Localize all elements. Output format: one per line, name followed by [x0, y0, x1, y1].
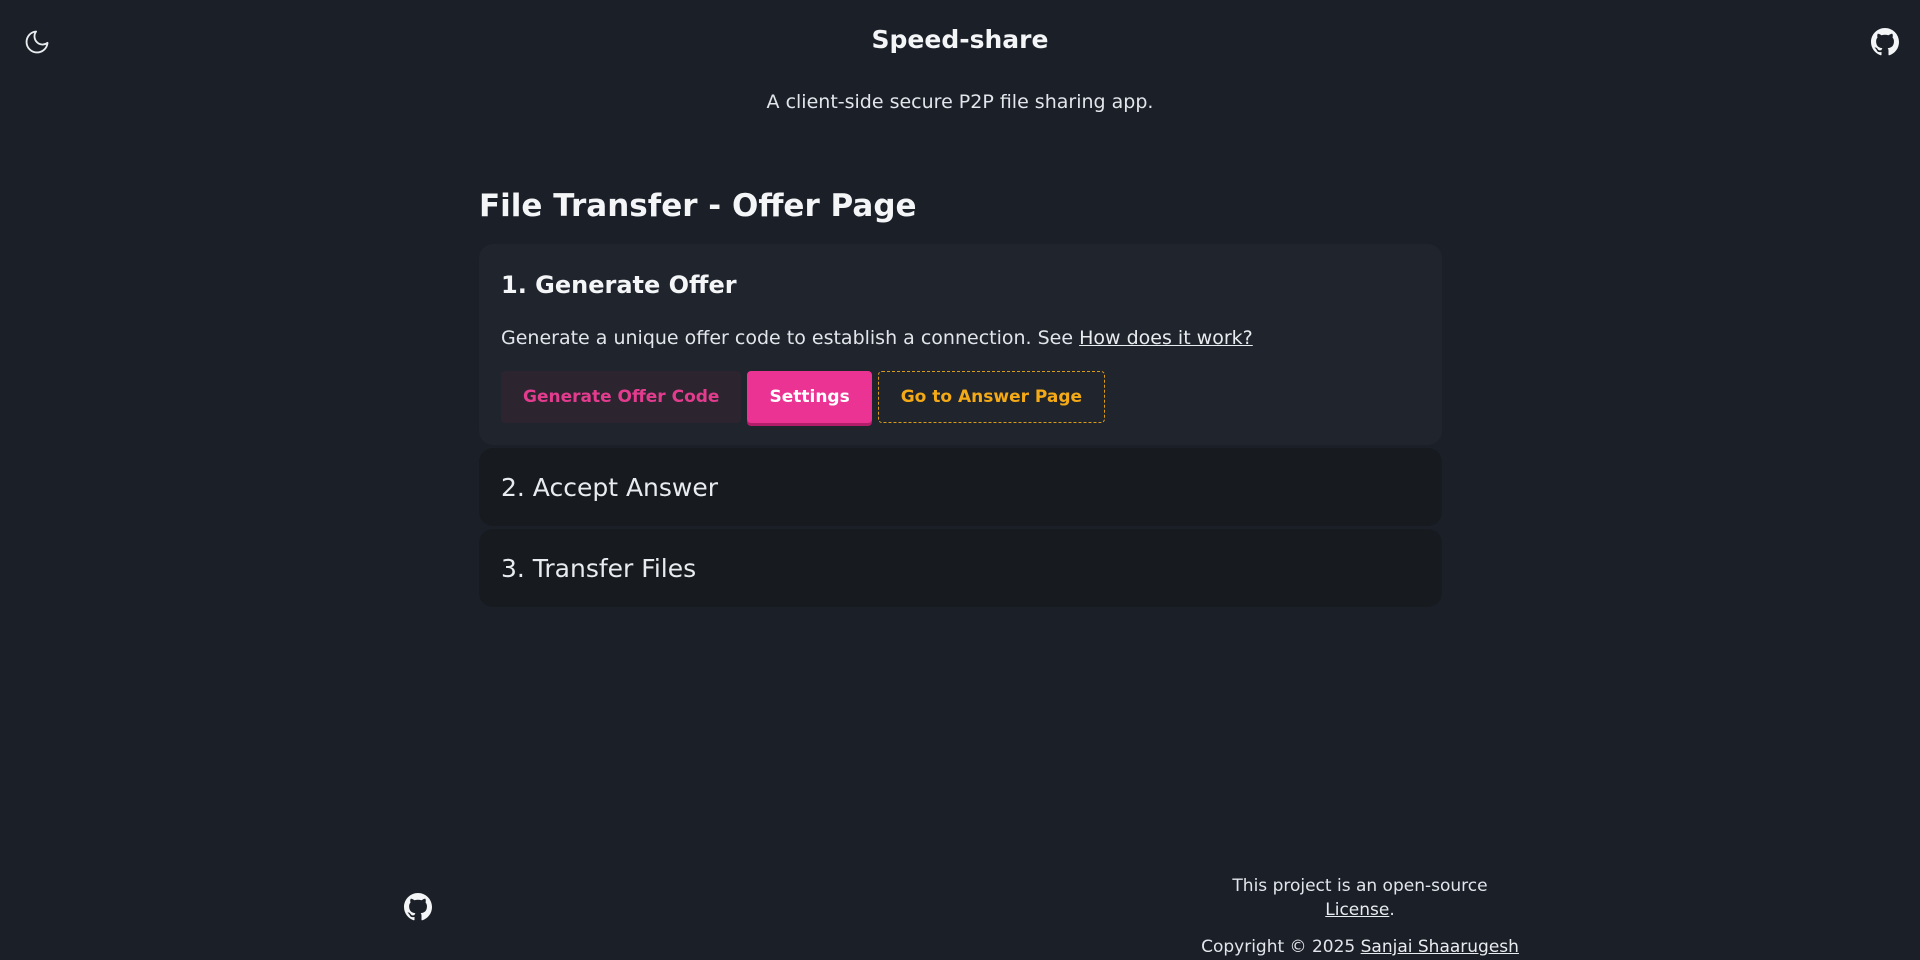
- step-accept-answer[interactable]: 2. Accept Answer: [479, 448, 1442, 526]
- page: Speed-share A client-side secure P2P fil…: [0, 0, 1920, 960]
- app-subtitle: A client-side secure P2P file sharing ap…: [766, 91, 1154, 113]
- license-line: This project is an open-source License.: [1200, 874, 1520, 922]
- copyright-line: Copyright © 2025 Sanjai Shaarugesh: [1200, 935, 1520, 959]
- step-title: 1. Generate Offer: [501, 271, 737, 299]
- step-title: 3. Transfer Files: [501, 553, 697, 583]
- github-icon: [404, 893, 432, 921]
- app-title: Speed-share: [871, 25, 1049, 54]
- copyright-text: Copyright © 2025: [1201, 937, 1356, 957]
- step-description: Generate a unique offer code to establis…: [501, 324, 1420, 352]
- step-title: 2. Accept Answer: [501, 472, 719, 502]
- footer: This project is an open-source License. …: [1200, 874, 1520, 960]
- github-link-footer[interactable]: [403, 892, 433, 922]
- go-to-answer-page-button[interactable]: Go to Answer Page: [877, 371, 1106, 423]
- github-icon: [1871, 28, 1899, 56]
- button-row: Generate Offer Code Settings Go to Answe…: [501, 371, 1420, 423]
- generate-offer-code-button[interactable]: Generate Offer Code: [501, 371, 742, 423]
- main-content: File Transfer - Offer Page 1. Generate O…: [479, 186, 1442, 610]
- author-link[interactable]: Sanjai Shaarugesh: [1361, 937, 1519, 957]
- step-generate-offer: 1. Generate Offer Generate a unique offe…: [479, 244, 1442, 445]
- github-link-header[interactable]: [1870, 27, 1900, 57]
- how-it-works-link[interactable]: How does it work?: [1079, 327, 1253, 349]
- settings-button[interactable]: Settings: [747, 371, 872, 423]
- step-description-text: Generate a unique offer code to establis…: [501, 327, 1074, 349]
- license-suffix: .: [1389, 900, 1395, 920]
- license-link[interactable]: License: [1325, 900, 1389, 920]
- license-text: This project is an open-source: [1232, 876, 1488, 896]
- step-transfer-files[interactable]: 3. Transfer Files: [479, 529, 1442, 607]
- page-title: File Transfer - Offer Page: [479, 188, 917, 224]
